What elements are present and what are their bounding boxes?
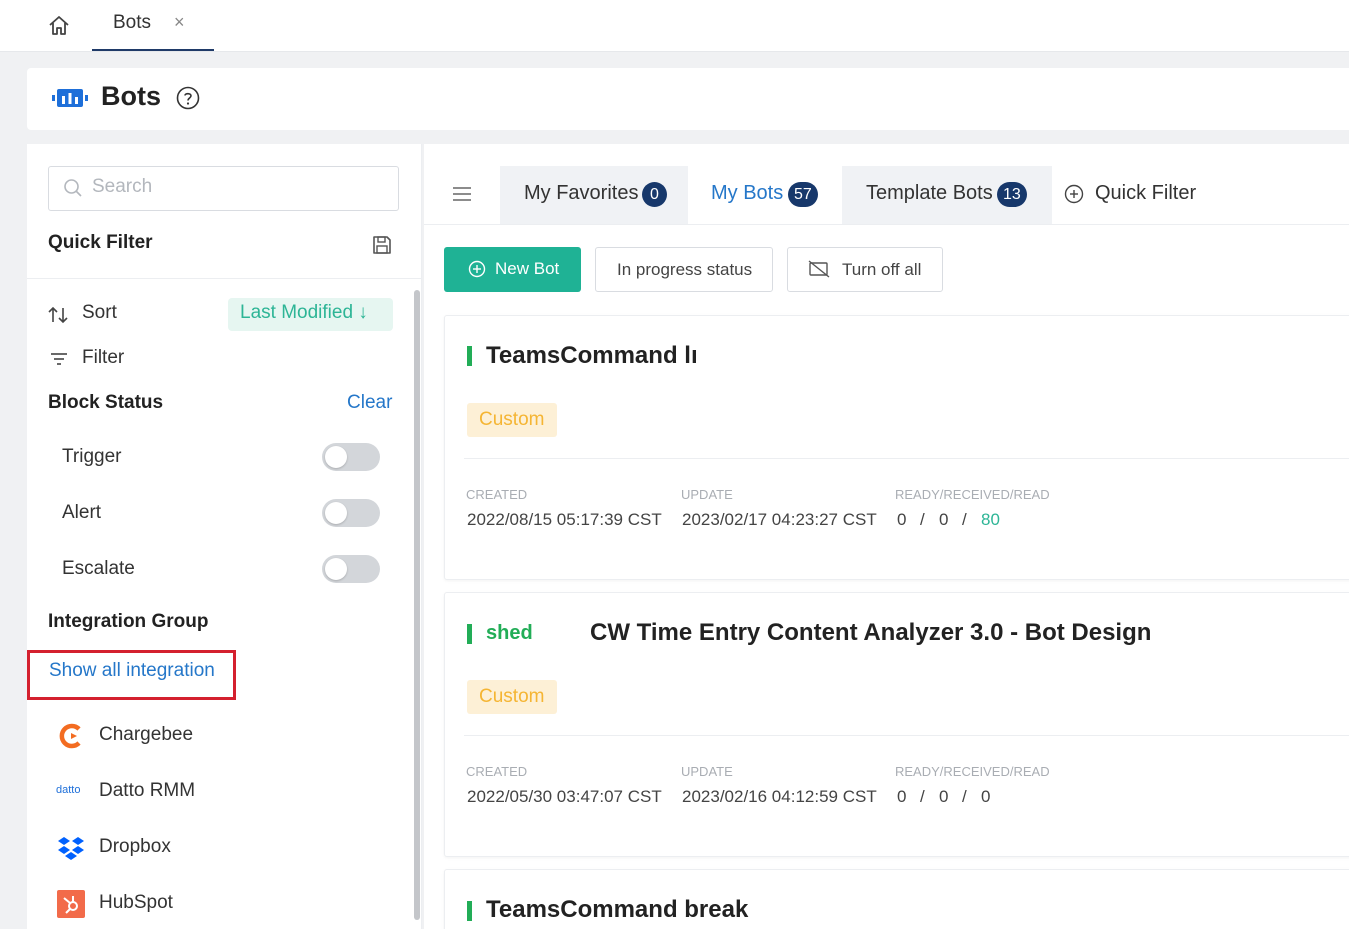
ready-count: 0: [897, 510, 907, 529]
received-count: 0: [939, 510, 949, 529]
toggle-label-trigger: Trigger: [62, 446, 122, 467]
card-divider: [464, 458, 1349, 459]
created-label: CREATED: [466, 764, 528, 779]
show-all-integration-link[interactable]: Show all integration: [49, 660, 215, 682]
read-count[interactable]: 80: [981, 510, 1000, 530]
filter-label[interactable]: Filter: [82, 347, 124, 369]
read-count: 0: [981, 787, 991, 806]
help-icon[interactable]: [176, 86, 200, 110]
tab-bots-label: Bots: [113, 12, 152, 33]
turn-off-all-button[interactable]: Turn off all: [787, 247, 943, 292]
search-placeholder: Search: [92, 176, 153, 197]
stats-label: READY/RECEIVED/READ: [895, 764, 1050, 779]
clear-button[interactable]: Clear: [347, 392, 392, 414]
ready-count: 0: [897, 787, 907, 806]
toggle-label-escalate: Escalate: [62, 558, 135, 579]
menu-icon[interactable]: [452, 185, 472, 203]
bot-title[interactable]: CW Time Entry Content Analyzer 3.0 - Bot…: [590, 619, 1151, 647]
update-value: 2023/02/17 04:23:27 CST: [682, 510, 877, 529]
tab-template-bots-label: Template Bots: [866, 182, 993, 204]
favorites-count-badge: 0: [642, 182, 667, 207]
sidebar-scrollbar[interactable]: [414, 290, 420, 920]
sort-icon: [48, 306, 68, 324]
card-divider: [464, 735, 1349, 736]
status-indicator: [467, 346, 472, 366]
alert-toggle[interactable]: [322, 499, 380, 527]
stat-separator: /: [920, 510, 925, 529]
quick-filter-title: Quick Filter: [48, 232, 153, 253]
escalate-toggle[interactable]: [322, 555, 380, 583]
my-bots-count-badge: 57: [788, 182, 818, 207]
created-value: 2022/05/30 03:47:07 CST: [467, 787, 662, 806]
integration-chargebee[interactable]: Chargebee: [99, 724, 193, 746]
tab-my-favorites-label: My Favorites: [524, 182, 639, 204]
save-icon[interactable]: [371, 234, 393, 256]
bots-logo-icon: [52, 89, 88, 107]
created-label: CREATED: [466, 487, 528, 502]
integration-dropbox[interactable]: Dropbox: [99, 836, 171, 858]
sort-label: Sort: [82, 302, 117, 323]
power-off-icon: [808, 260, 830, 278]
received-count: 0: [939, 787, 949, 806]
stat-separator: /: [962, 787, 967, 806]
search-icon: [64, 179, 82, 197]
dropbox-icon: [58, 837, 84, 860]
page-header: [27, 68, 1349, 130]
block-status-title: Block Status: [48, 392, 164, 413]
status-text: shed: [486, 622, 533, 644]
integration-group-title: Integration Group: [48, 611, 209, 632]
update-label: UPDATE: [681, 487, 733, 502]
integration-datto-rmm[interactable]: Datto RMM: [99, 780, 195, 802]
tab-bots[interactable]: [92, 0, 214, 51]
quick-filter-link[interactable]: Quick Filter: [1095, 182, 1196, 205]
custom-tag: Custom: [467, 680, 557, 714]
home-icon[interactable]: [46, 13, 72, 39]
in-progress-label: In progress status: [617, 260, 753, 279]
new-bot-label: New Bot: [495, 259, 560, 278]
datto-icon: datto: [56, 784, 81, 796]
status-indicator: [467, 624, 472, 644]
update-label: UPDATE: [681, 764, 733, 779]
template-bots-count-badge: 13: [997, 182, 1027, 207]
hubspot-icon: [57, 890, 85, 918]
in-progress-status-button[interactable]: In progress status: [595, 247, 773, 292]
update-value: 2023/02/16 04:12:59 CST: [682, 787, 877, 806]
custom-tag: Custom: [467, 403, 557, 437]
new-bot-button[interactable]: New Bot: [444, 247, 581, 292]
turn-off-all-label: Turn off all: [842, 260, 922, 279]
created-value: 2022/08/15 05:17:39 CST: [467, 510, 662, 529]
sort-dropdown[interactable]: Last Modified ↓: [228, 298, 393, 331]
toggle-label-alert: Alert: [62, 502, 102, 523]
filter-icon: [51, 353, 67, 365]
trigger-toggle[interactable]: [322, 443, 380, 471]
stat-separator: /: [920, 787, 925, 806]
chargebee-icon: [59, 723, 81, 749]
bot-title[interactable]: TeamsCommand lı: [486, 342, 698, 370]
add-circle-icon: [1064, 184, 1084, 204]
page-title: Bots: [101, 81, 161, 111]
stats-label: READY/RECEIVED/READ: [895, 487, 1050, 502]
tab-my-bots-label: My Bots: [711, 182, 784, 204]
add-circle-icon: [468, 260, 486, 278]
status-indicator: [467, 901, 472, 921]
tabs-divider: [424, 224, 1349, 225]
stat-separator: /: [962, 510, 967, 529]
sidebar-divider: [27, 278, 422, 279]
tab-close-icon[interactable]: ×: [174, 12, 185, 33]
filter-sidebar: [27, 144, 422, 929]
integration-hubspot[interactable]: HubSpot: [99, 892, 173, 914]
bot-title[interactable]: TeamsCommand break: [486, 896, 748, 924]
